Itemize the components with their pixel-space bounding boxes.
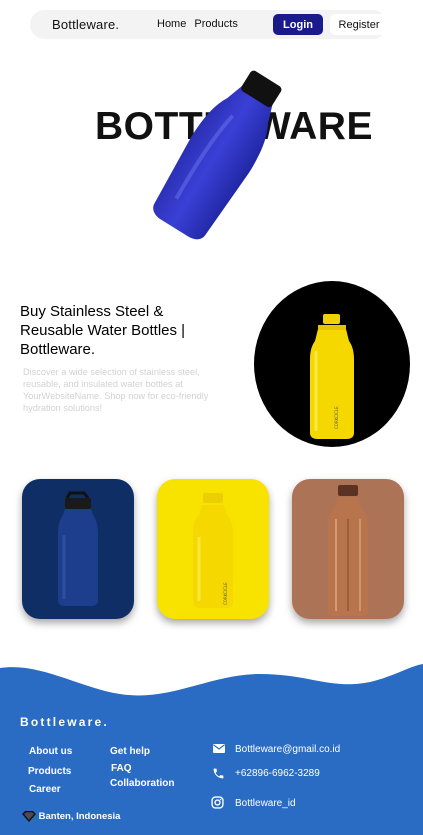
footer-brand: Bottleware.	[20, 715, 109, 729]
register-button[interactable]: Register	[330, 14, 388, 35]
nav-link-products[interactable]: Products	[194, 18, 237, 30]
footer-phone[interactable]: +62896-6962-3289	[235, 768, 320, 779]
nav-links: Home Products	[157, 18, 243, 30]
hero-bottle-image	[153, 70, 282, 240]
instagram-icon	[211, 796, 224, 809]
copper-bottle-icon	[328, 485, 368, 616]
navbar: Bottleware. Home Products Login Register	[30, 10, 388, 39]
intro-description: Discover a wide selection of stainless s…	[23, 367, 209, 413]
mail-icon	[213, 744, 225, 753]
footer-link-products[interactable]: Products	[28, 766, 71, 778]
login-button[interactable]: Login	[273, 14, 323, 35]
footer-link-about[interactable]: About us	[29, 746, 72, 758]
featured-bottle-image: CORKCICLE	[254, 281, 410, 447]
yellow-bottle-icon: CORKCICLE	[310, 314, 354, 439]
footer-link-collaboration[interactable]: Collaboration	[110, 778, 174, 790]
footer-location: Banten, Indonesia	[22, 811, 120, 822]
footer-email[interactable]: Bottleware@gmail.co.id	[235, 744, 340, 755]
intro-heading: Buy Stainless Steel & Reusable Water Bot…	[20, 303, 186, 358]
footer-link-get-help[interactable]: Get help	[110, 746, 150, 758]
footer-instagram[interactable]: Bottleware_id	[235, 798, 296, 809]
footer-location-text: Banten, Indonesia	[38, 811, 121, 822]
yellow-canteen-icon: CORKCICLE	[193, 493, 233, 608]
footer-link-career[interactable]: Career	[29, 784, 61, 796]
product-card-1[interactable]	[22, 479, 134, 619]
product-card-2[interactable]: CORKCICLE	[157, 479, 269, 619]
phone-icon	[213, 768, 224, 779]
svg-text:CORKCICLE: CORKCICLE	[334, 406, 339, 429]
product-card-3[interactable]	[292, 479, 404, 619]
footer-link-faq[interactable]: FAQ	[111, 763, 132, 775]
svg-text:CORKCICLE: CORKCICLE	[223, 582, 228, 605]
brand-logo[interactable]: Bottleware.	[52, 17, 119, 32]
location-icon	[22, 811, 36, 822]
nav-link-home[interactable]: Home	[157, 18, 186, 30]
blue-bottle-icon	[58, 491, 98, 606]
